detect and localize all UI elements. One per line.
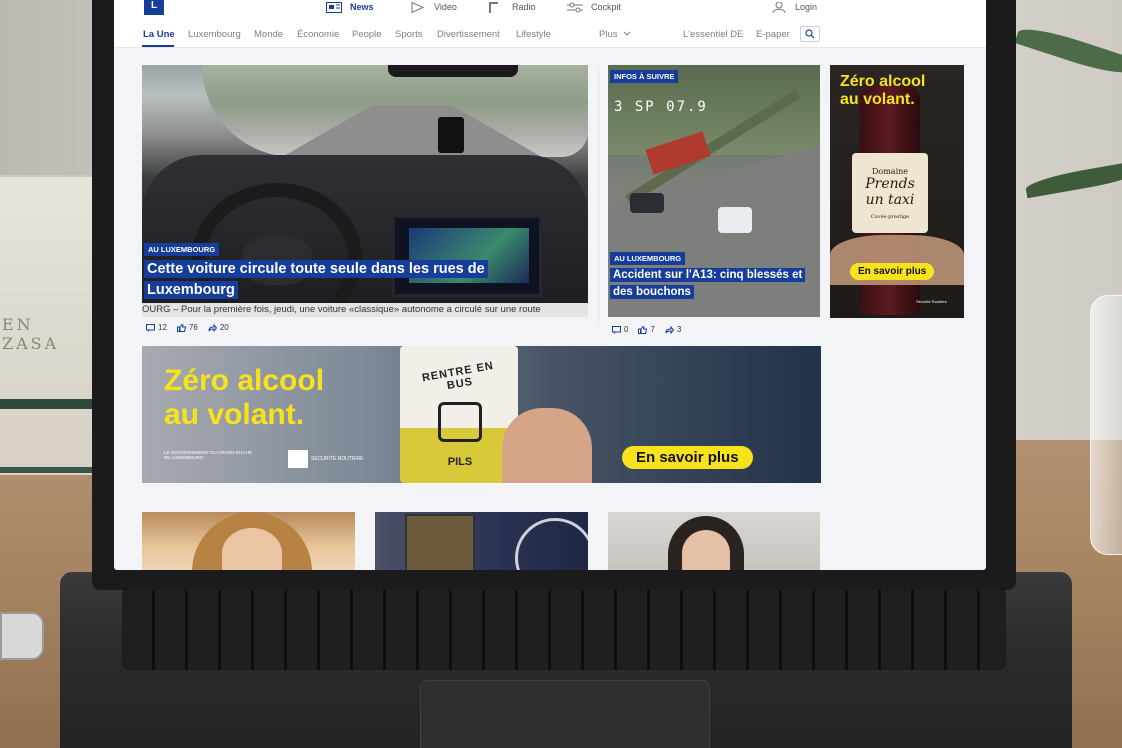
topnav-cockpit-label: Cockpit xyxy=(591,2,622,12)
share-icon xyxy=(665,325,674,334)
site-logo[interactable]: L xyxy=(144,0,164,15)
hero-stats: 12 76 20 xyxy=(146,323,229,332)
laptop-screen: L News Video Radio Cockpit Login La Une … xyxy=(114,0,986,570)
more-menu[interactable]: Plus xyxy=(599,29,631,40)
camera-stamp: 3 SP 07.9 xyxy=(614,99,708,115)
book-title: EN ZASA xyxy=(2,315,60,353)
banner-ad[interactable]: RENTRE EN BUS PILS Zéro alcool au volant… xyxy=(142,346,821,483)
login-button[interactable]: Login xyxy=(771,0,817,14)
bottle-sub: PILS xyxy=(447,456,473,468)
article2-headline[interactable]: Accident sur l'A13: cinq blessés et des … xyxy=(610,267,818,300)
topnav-news-label: News xyxy=(350,2,374,12)
tab-economie[interactable]: Économie xyxy=(297,29,339,40)
link-lessentiel-de[interactable]: L'essentiel DE xyxy=(683,29,743,40)
article2-comments[interactable]: 0 xyxy=(612,325,628,334)
more-label: Plus xyxy=(599,29,618,40)
topnav-news[interactable]: News xyxy=(326,0,374,14)
topnav-video-label: Video xyxy=(434,2,457,12)
glass-vase xyxy=(1090,295,1122,555)
article2-tag: AU LUXEMBOURG xyxy=(610,252,686,265)
tab-lifestyle[interactable]: Lifestyle xyxy=(516,29,551,40)
sidebar-ad[interactable]: Domaine Prends un taxi Cuvée prestige Zé… xyxy=(830,65,964,318)
hero-teaser: OURG – Pour la première fois, jeudi, une… xyxy=(142,303,588,317)
link-e-paper[interactable]: E-paper xyxy=(756,29,790,40)
tab-la-une[interactable]: La Une xyxy=(143,29,175,40)
banner-ad-cta-button[interactable]: En savoir plus xyxy=(622,446,753,469)
topnav-radio-label: Radio xyxy=(512,2,536,12)
book-stack: EN ZASA xyxy=(0,175,96,475)
tab-divertissement[interactable]: Divertissement xyxy=(437,29,500,40)
hero-shares[interactable]: 20 xyxy=(208,323,229,332)
banner-ad-title: Zéro alcool au volant. xyxy=(164,364,325,431)
comment-icon xyxy=(146,323,155,332)
radio-icon xyxy=(489,1,498,13)
article2-stats: 0 7 3 xyxy=(612,325,681,334)
search-button[interactable] xyxy=(800,26,820,42)
hero-article[interactable]: AU LUXEMBOURG Cette voiture circule tout… xyxy=(142,65,588,317)
article2-shares[interactable]: 3 xyxy=(665,325,681,334)
securite-routiere-icon xyxy=(288,450,308,468)
tab-sports[interactable]: Sports xyxy=(395,29,422,40)
tab-monde[interactable]: Monde xyxy=(254,29,283,40)
newspaper-icon xyxy=(326,1,342,13)
comment-icon xyxy=(612,325,621,334)
accident-article[interactable]: 3 SP 07.9 INFOS À SUIVRE AU LUXEMBOURG A… xyxy=(608,65,820,317)
laptop-keyboard xyxy=(122,588,1006,670)
hero-headline[interactable]: Cette voiture circule toute seule dans l… xyxy=(144,259,584,301)
topnav-video[interactable]: Video xyxy=(410,0,457,14)
play-icon xyxy=(411,1,425,13)
hero-likes[interactable]: 76 xyxy=(176,323,198,332)
laptop-trackpad xyxy=(420,680,710,748)
portrait-image xyxy=(682,530,730,570)
bus-icon xyxy=(438,402,482,442)
topnav-radio[interactable]: Radio xyxy=(488,0,536,14)
sliders-icon xyxy=(567,2,583,12)
sidebar-ad-cta-button[interactable]: En savoir plus xyxy=(850,263,935,280)
tab-luxembourg[interactable]: Luxembourg xyxy=(188,29,241,40)
smartphone xyxy=(0,612,44,660)
infos-a-suivre-tag: INFOS À SUIVRE xyxy=(610,70,679,83)
article-card[interactable] xyxy=(608,512,820,570)
bottle-label: Domaine Prends un taxi Cuvée prestige xyxy=(852,153,928,233)
top-navigation: L News Video Radio Cockpit Login xyxy=(114,0,986,20)
active-tab-indicator xyxy=(142,45,174,47)
topnav-cockpit[interactable]: Cockpit xyxy=(567,0,621,14)
search-icon xyxy=(805,29,815,39)
section-navigation: La Une Luxembourg Monde Économie People … xyxy=(114,20,986,48)
article-card[interactable] xyxy=(375,512,588,570)
thumbs-up-icon xyxy=(638,325,648,334)
plant xyxy=(1014,20,1122,240)
article-card[interactable] xyxy=(142,512,355,570)
share-icon xyxy=(208,323,217,332)
suitcase-image xyxy=(405,514,475,570)
government-logo-text: LE GOUVERNEMENT DU GRAND-DUCHÉ DE LUXEMB… xyxy=(164,450,252,460)
hero-comments[interactable]: 12 xyxy=(146,323,167,332)
user-icon xyxy=(772,1,786,13)
securite-routiere-logo: SÉCURITÉ ROUTIÈRE xyxy=(288,450,364,468)
sidebar-ad-title: Zéro alcool au volant. xyxy=(840,73,926,108)
portrait-image xyxy=(222,528,282,570)
sidebar-ad-brand: Sécurité Routière xyxy=(916,299,947,304)
hero-tag: AU LUXEMBOURG xyxy=(144,243,220,256)
chevron-down-icon xyxy=(623,31,631,36)
article2-likes[interactable]: 7 xyxy=(638,325,655,334)
login-label: Login xyxy=(795,2,818,12)
thumbs-up-icon xyxy=(176,323,186,332)
tab-people[interactable]: People xyxy=(352,29,382,40)
